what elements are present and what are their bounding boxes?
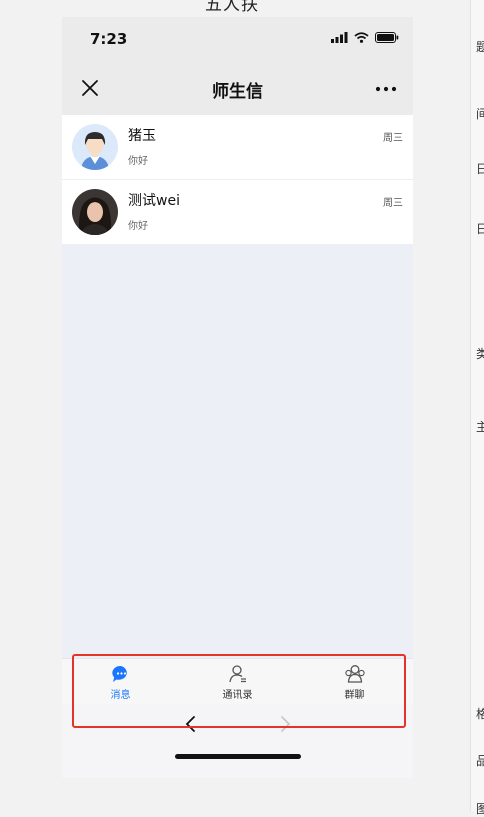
page-title: 师生信 [212,82,263,102]
signal-icon [331,32,348,43]
conversation-preview: 你好 [128,221,148,232]
status-icons [331,32,399,43]
annotation-highlight-box [72,654,406,728]
conversation-preview: 你好 [128,156,148,167]
conversation-name: 猪玉 [128,128,156,144]
side-fragment: 品 [476,754,484,768]
background-side-panel: 题 间 日 日 类 主 格 品 图 [470,0,484,816]
conversation-time: 周三 [383,198,403,209]
side-fragment: 格 [476,707,484,721]
conversation-row[interactable]: 测试wei 你好 周三 [62,179,413,244]
conversation-list: 猪玉 你好 周三 测试wei 你好 周三 [62,115,413,244]
side-fragment: 主 [476,420,484,434]
side-fragment: 类 [476,347,484,361]
wifi-icon [354,32,369,43]
status-bar: 7:23 [62,17,413,61]
conversation-name: 测试wei [128,193,180,209]
status-time: 7:23 [90,30,128,48]
battery-icon [375,32,399,43]
side-fragment: 图 [476,802,484,816]
home-indicator [175,754,301,759]
side-fragment: 间 [476,107,484,121]
cartoon-avatar [72,124,118,170]
cut-off-heading: 五人扶 [205,0,259,15]
conversation-row[interactable]: 猪玉 你好 周三 [62,115,413,179]
side-fragment: 题 [476,40,484,54]
conversation-time: 周三 [383,133,403,144]
nav-bar: 师生信 [62,61,413,115]
side-fragment: 日 [476,222,484,236]
more-icon[interactable] [375,86,397,92]
side-fragment: 日 [476,162,484,176]
photo-avatar [72,189,118,235]
